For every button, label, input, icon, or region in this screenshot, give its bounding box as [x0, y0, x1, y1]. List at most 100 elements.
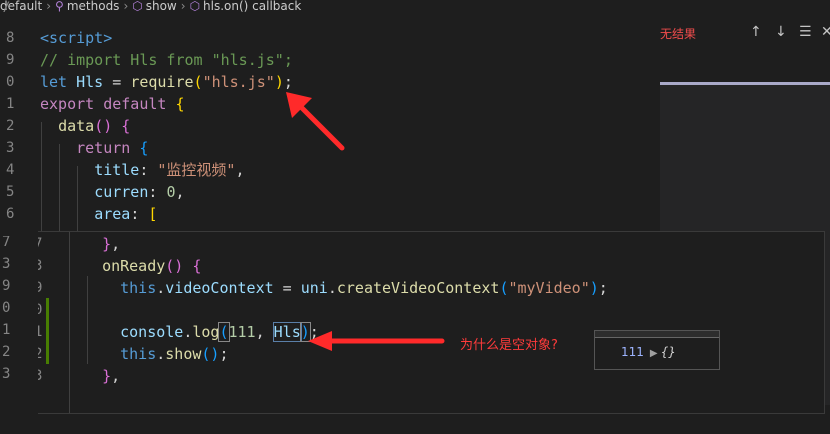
code-token: uni	[300, 279, 328, 297]
line-number: 3	[2, 256, 11, 272]
code-token: ;	[598, 279, 608, 297]
code-token: {	[192, 257, 202, 275]
code-token: ,	[111, 235, 121, 253]
code-line[interactable]: onReady() {	[84, 255, 201, 277]
console-value: 111	[621, 345, 644, 359]
code-token: // import Hls from "hls.js";	[40, 51, 293, 69]
annotation-arrow-bottom	[308, 331, 445, 351]
code-token: "myVideo"	[508, 279, 590, 297]
line-number: 3	[38, 365, 52, 387]
code-line[interactable]: this.videoContext = uni.createVideoConte…	[84, 277, 608, 299]
code-line[interactable]: <script>	[40, 27, 112, 49]
panel-title: 无结果	[660, 27, 697, 41]
code-token: 111	[228, 323, 256, 341]
code-token: createVideoContext	[336, 279, 500, 297]
bottom-code-editor[interactable]: 7 },3 onReady() {9 this.videoContext = u…	[38, 231, 825, 414]
code-token: {	[175, 95, 185, 113]
console-header	[595, 331, 719, 338]
code-token: (	[193, 73, 203, 91]
console-log-line[interactable]: 111 ▶{}	[621, 345, 676, 359]
code-token: show	[165, 345, 202, 363]
code-token: ,	[235, 161, 245, 179]
arrow-down-icon[interactable]: ↓	[775, 24, 787, 40]
line-number: 2	[38, 343, 52, 365]
code-token: data	[58, 117, 95, 135]
code-line[interactable]: },	[84, 365, 120, 387]
line-number: 9	[6, 52, 15, 68]
code-token: this	[120, 345, 157, 363]
code-line[interactable]: curren: 0,	[40, 181, 185, 203]
code-token: ,	[111, 367, 121, 385]
code-token: }	[102, 367, 112, 385]
line-number: 6	[6, 206, 15, 222]
code-line[interactable]: data() {	[40, 115, 130, 137]
line-number: 3	[38, 255, 52, 277]
line-number: 9	[38, 277, 52, 299]
code-token: ,	[175, 183, 185, 201]
code-line[interactable]: export default {	[40, 93, 185, 115]
line-number: 9	[2, 278, 11, 294]
code-token: title	[94, 161, 140, 179]
code-token: require	[130, 73, 194, 91]
code-token: .	[156, 345, 166, 363]
code-token: let	[40, 73, 77, 91]
code-line[interactable]: this.show();	[84, 343, 229, 365]
code-line[interactable]: // import Hls from "hls.js";	[40, 49, 293, 71]
code-token: <script>	[40, 29, 113, 47]
code-token: =	[103, 73, 131, 91]
code-line[interactable]: console.log(111, Hls);	[84, 321, 319, 343]
expand-triangle-icon[interactable]: ▶	[650, 348, 658, 359]
line-number: 0	[6, 74, 15, 90]
list-icon[interactable]: ☰	[799, 24, 812, 40]
code-token: "hls.js"	[202, 73, 275, 91]
console-object[interactable]: {}	[661, 345, 676, 359]
code-token: ()	[165, 257, 184, 275]
code-line[interactable]: },	[84, 233, 120, 255]
code-token: curren	[94, 183, 149, 201]
code-token: Hls	[272, 322, 302, 342]
annotation-question: 为什么是空对象?	[460, 338, 558, 353]
code-token: ,	[255, 323, 274, 341]
line-number: 1	[38, 321, 52, 343]
code-token: videoContext	[165, 279, 274, 297]
line-number: 0	[2, 300, 11, 316]
annotation-arrow-top	[286, 92, 345, 151]
console-output: 111 ▶{}	[594, 330, 720, 370]
line-number: 7	[38, 233, 52, 255]
code-token: }	[102, 235, 112, 253]
code-line[interactable]: title: "监控视频",	[40, 159, 245, 181]
line-number: 3	[6, 140, 15, 156]
code-token: return	[76, 139, 140, 157]
line-number: 0	[38, 299, 52, 321]
line-number: 1	[2, 322, 11, 338]
line-number: 2	[2, 344, 11, 360]
code-token: ()	[201, 345, 220, 363]
line-number: 2	[6, 118, 15, 134]
code-token: export default	[40, 95, 176, 113]
arrow-up-icon[interactable]: ↑	[750, 24, 762, 40]
code-line[interactable]: let Hls = require("hls.js");	[40, 71, 293, 93]
code-token: .	[156, 279, 166, 297]
line-number: 7	[2, 234, 11, 250]
code-token: [	[148, 205, 158, 223]
code-token: console	[120, 323, 184, 341]
code-line[interactable]: return {	[40, 137, 148, 159]
line-number: 1	[6, 96, 15, 112]
code-token: area	[94, 205, 131, 223]
code-line[interactable]: area: [	[40, 203, 157, 225]
code-token: ()	[94, 117, 113, 135]
code-token: {	[121, 117, 131, 135]
code-token: onReady	[102, 257, 166, 275]
line-number: 3	[2, 366, 11, 382]
close-icon[interactable]: ✕	[821, 24, 830, 40]
code-token: ;	[219, 345, 229, 363]
